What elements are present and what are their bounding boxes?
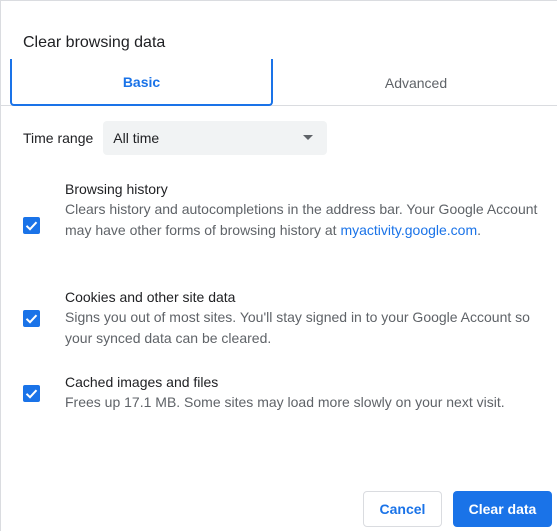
tab-advanced[interactable]: Advanced [291, 59, 541, 106]
browsing-history-description: Clears history and autocompletions in th… [65, 199, 555, 241]
myactivity-link[interactable]: myactivity.google.com [340, 222, 477, 238]
time-range-select[interactable]: All time [103, 121, 328, 155]
link-suffix: . [477, 222, 482, 238]
cached-images-text: Cached images and files Frees up 17.1 MB… [65, 372, 555, 413]
time-range-value: All time [113, 130, 160, 146]
checkmark-icon [25, 389, 38, 399]
clear-data-button[interactable]: Clear data [453, 491, 552, 527]
tab-bar: Basic Advanced [1, 59, 557, 106]
browsing-history-text: Browsing history Clears history and auto… [65, 179, 555, 241]
time-range-label: Time range [23, 130, 94, 146]
cookies-title: Cookies and other site data [65, 289, 236, 305]
cookies-text: Cookies and other site data Signs you ou… [65, 287, 555, 349]
checkmark-icon [25, 221, 38, 231]
browsing-history-title: Browsing history [65, 181, 168, 197]
checkmark-icon [25, 314, 38, 324]
browsing-history-checkbox[interactable] [23, 217, 40, 234]
cached-images-title: Cached images and files [65, 374, 219, 390]
cached-images-checkbox[interactable] [23, 385, 40, 402]
tab-basic[interactable]: Basic [10, 59, 273, 106]
cookies-description: Signs you out of most sites. You'll stay… [65, 309, 530, 346]
cookies-checkbox[interactable] [23, 310, 40, 327]
cancel-button[interactable]: Cancel [363, 491, 442, 527]
cached-images-description: Frees up 17.1 MB. Some sites may load mo… [65, 394, 505, 410]
dialog-title: Clear browsing data [23, 34, 166, 51]
dropdown-arrow-icon [303, 135, 314, 140]
clear-browsing-data-dialog: Clear browsing data Basic Advanced Time … [0, 0, 557, 531]
time-range-row: Time range All time [23, 121, 328, 155]
